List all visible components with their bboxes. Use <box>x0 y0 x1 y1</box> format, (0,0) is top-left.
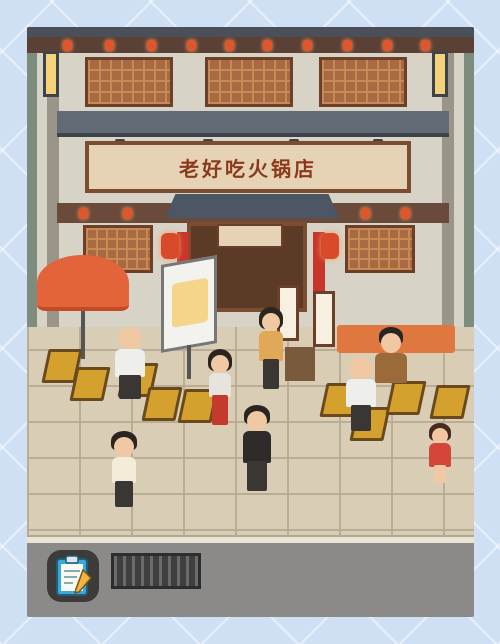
upper-window <box>85 57 173 107</box>
string-lantern <box>421 40 430 51</box>
building-eave <box>57 111 449 137</box>
shirt <box>112 457 136 483</box>
folding-chair[interactable] <box>429 385 471 419</box>
upper-window <box>319 57 407 107</box>
string-lantern <box>147 40 156 51</box>
building-roof <box>27 27 474 37</box>
string-lantern <box>303 40 312 51</box>
string-lantern <box>401 208 410 219</box>
string-lantern <box>263 40 272 51</box>
head <box>247 411 267 431</box>
head <box>350 357 372 381</box>
legs <box>119 375 141 399</box>
red-lantern <box>161 233 179 259</box>
shop-sign-text: 老好吃火锅店 <box>179 156 317 181</box>
shop-sign[interactable]: 老好吃火锅店 <box>85 141 411 193</box>
screen-picture <box>172 277 208 328</box>
string-lantern <box>105 40 114 51</box>
legs <box>351 405 371 431</box>
string-lantern <box>343 40 352 51</box>
patio-umbrella[interactable] <box>37 255 129 311</box>
clipboard-icon <box>56 555 93 596</box>
boy-in-tank-top[interactable] <box>107 431 141 511</box>
man-with-fan[interactable] <box>371 327 411 397</box>
shirt <box>209 373 231 397</box>
jacket <box>243 431 271 463</box>
string-lantern <box>123 208 132 219</box>
menu-poster[interactable] <box>313 291 335 347</box>
man-with-phone[interactable] <box>239 405 275 495</box>
projector-screen[interactable] <box>161 255 217 353</box>
head <box>381 333 401 353</box>
head <box>211 355 229 373</box>
little-girl[interactable] <box>425 423 455 487</box>
head <box>119 327 141 351</box>
shirt <box>375 353 407 383</box>
legs <box>115 481 133 507</box>
drain-grate <box>111 553 201 589</box>
lower-window <box>345 225 415 273</box>
folding-chair[interactable] <box>69 367 111 401</box>
roof-band <box>27 37 474 53</box>
shirt <box>115 349 145 377</box>
string-lantern <box>63 40 72 51</box>
wall-lamp <box>432 51 448 97</box>
legs <box>434 465 446 483</box>
shirt <box>259 331 283 361</box>
string-lantern <box>79 208 88 219</box>
string-lantern <box>383 40 392 51</box>
door-sign <box>217 224 283 248</box>
legs <box>263 359 279 389</box>
screen-stand <box>187 345 191 379</box>
customer-girl[interactable] <box>203 349 237 429</box>
head <box>432 428 448 444</box>
string-lantern <box>361 208 370 219</box>
legs <box>212 395 228 425</box>
customer-bald-man[interactable] <box>109 327 149 403</box>
game-viewport[interactable]: 老好吃火锅店 <box>27 27 474 617</box>
red-lantern <box>321 233 339 259</box>
wall-lamp <box>43 51 59 97</box>
upper-window <box>205 57 293 107</box>
task-list-button[interactable] <box>47 550 99 602</box>
dress <box>429 443 451 467</box>
waitress[interactable] <box>255 307 287 393</box>
head <box>262 313 280 331</box>
wooden-crate <box>285 347 315 381</box>
legs <box>247 461 267 491</box>
head <box>114 437 134 457</box>
string-lantern <box>187 40 196 51</box>
string-lantern <box>225 40 234 51</box>
door-roof <box>165 194 339 218</box>
